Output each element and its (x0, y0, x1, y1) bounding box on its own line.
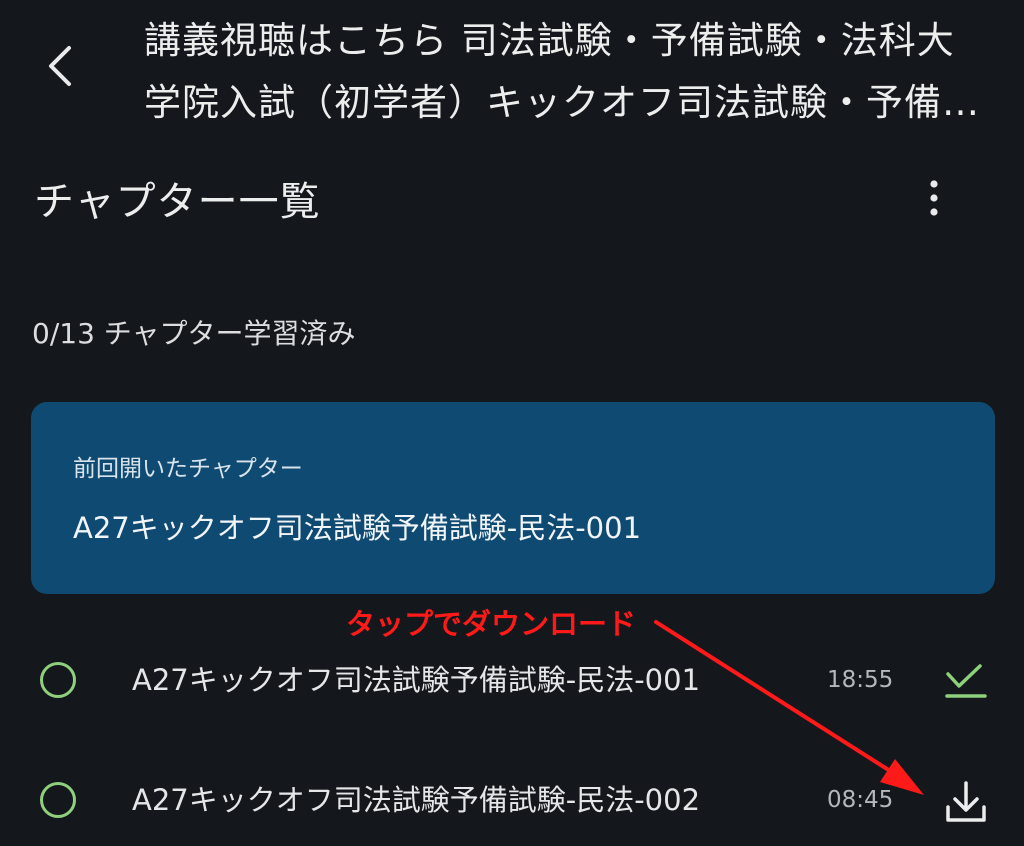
page-title: 講義視聴はこちら 司法試験・予備試験・法科大学院入試（初学者）キックオフ司法試験… (144, 19, 980, 124)
more-vertical-icon (930, 180, 938, 216)
chapter-list-screen: 講義視聴はこちら 司法試験・予備試験・法科大学院入試（初学者）キックオフ司法試験… (0, 0, 1024, 846)
last-opened-chapter-card[interactable]: 前回開いたチャプター A27キックオフ司法試験予備試験-民法-001 (31, 402, 995, 594)
more-options-button[interactable] (906, 170, 962, 226)
status-circle-icon (40, 782, 76, 818)
downloaded-button[interactable] (936, 652, 996, 712)
chapter-duration: 08:45 (827, 787, 894, 813)
download-icon (946, 781, 986, 822)
downloaded-check-icon (945, 664, 987, 698)
last-opened-label: 前回開いたチャプター (73, 456, 303, 482)
chapter-title: A27キックオフ司法試験予備試験-民法-001 (132, 663, 701, 697)
back-button[interactable] (30, 36, 90, 96)
status-circle-icon (40, 662, 76, 698)
chapter-row[interactable]: A27キックオフ司法試験予備試験-民法-001 18:55 (0, 624, 1024, 734)
section-title: チャプター一覧 (34, 179, 321, 225)
last-opened-title: A27キックオフ司法試験予備試験-民法-001 (73, 511, 642, 545)
chapter-row[interactable]: A27キックオフ司法試験予備試験-民法-002 08:45 (0, 744, 1024, 846)
chapter-duration: 18:55 (827, 667, 894, 693)
chapter-title: A27キックオフ司法試験予備試験-民法-002 (132, 783, 701, 817)
progress-text: 0/13 チャプター学習済み (32, 317, 356, 350)
download-button[interactable] (936, 772, 996, 832)
chevron-left-icon (49, 46, 71, 86)
